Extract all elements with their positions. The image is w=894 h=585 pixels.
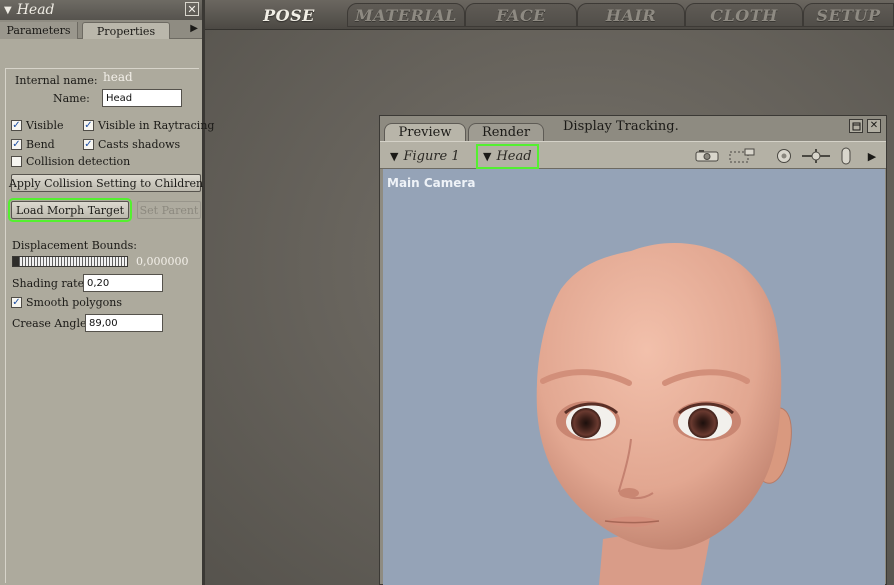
set-parent-button[interactable]: Set Parent — [137, 201, 201, 219]
panel-menu-arrow-icon[interactable]: ▶ — [190, 23, 198, 34]
dropdown-triangle-icon: ▼ — [390, 149, 399, 163]
tab-face[interactable]: FACE — [465, 3, 577, 27]
tab-cloth[interactable]: CLOTH — [685, 3, 803, 27]
visible-raytracing-checkbox[interactable]: ✓ Visible in Raytracing — [83, 119, 214, 132]
name-input[interactable] — [102, 89, 182, 107]
tab-setup[interactable]: SETUP — [803, 3, 894, 27]
display-tracking-label[interactable]: Display Tracking. — [563, 119, 679, 134]
tab-material[interactable]: MATERIAL — [347, 3, 465, 27]
crease-angle-label: Crease Angle — [12, 317, 87, 330]
toolbar-menu-arrow-icon[interactable]: ▶ — [866, 148, 878, 164]
smooth-polygons-label: Smooth polygons — [26, 296, 123, 309]
bend-checkbox[interactable]: ✓ Bend — [11, 138, 55, 151]
bend-label: Bend — [26, 138, 55, 151]
light-icon[interactable] — [840, 147, 852, 165]
visible-raytracing-label: Visible in Raytracing — [98, 119, 215, 132]
actor-select-label: Head — [496, 149, 532, 164]
figure-select-label: Figure 1 — [403, 148, 460, 164]
preview-tab-strip: Preview Render Display Tracking. ✕ — [380, 116, 886, 141]
render-area-icon[interactable] — [727, 148, 757, 164]
dropdown-triangle-icon: ▼ — [483, 150, 492, 163]
close-icon[interactable]: ✕ — [867, 119, 881, 133]
displacement-bounds-slider[interactable] — [12, 256, 128, 267]
collapse-triangle-icon[interactable]: ▼ — [4, 5, 12, 16]
preview-toolbar: ▼ Figure 1 ▼ Head ▶ — [380, 141, 886, 169]
room-tab-bar: POSE MATERIAL FACE HAIR CLOTH SETUP — [205, 0, 894, 30]
casts-shadows-label: Casts shadows — [98, 138, 181, 151]
crease-angle-input[interactable] — [85, 314, 163, 332]
tab-hair[interactable]: HAIR — [577, 3, 685, 27]
check-icon: ✓ — [11, 119, 22, 131]
close-icon[interactable]: ✕ — [185, 2, 199, 16]
figure-select[interactable]: ▼ Figure 1 — [386, 146, 464, 166]
collision-detection-label: Collision detection — [26, 155, 131, 168]
head-figure-render — [536, 243, 792, 585]
tab-render[interactable]: Render — [468, 123, 544, 141]
tab-parameters[interactable]: Parameters — [0, 22, 78, 39]
panel-tabs: Parameters Properties ▶ — [0, 20, 202, 39]
move-camera-icon[interactable] — [800, 148, 832, 164]
displacement-bounds-value: 0,000000 — [136, 255, 189, 268]
preview-window: Preview Render Display Tracking. ✕ ▼ Fig… — [379, 115, 887, 585]
apply-collision-button[interactable]: Apply Collision Setting to Children — [9, 174, 203, 192]
properties-panel: ▼ Head ✕ Parameters Properties ▶ Interna… — [0, 0, 214, 585]
internal-name-label: Internal name: — [15, 74, 98, 87]
load-morph-target-button[interactable]: Load Morph Target — [8, 198, 132, 222]
check-icon: ✓ — [11, 296, 22, 308]
face-camera-icon[interactable] — [775, 148, 793, 164]
collision-detection-checkbox[interactable]: Collision detection — [11, 155, 130, 168]
3d-viewport[interactable]: Main Camera — [383, 169, 885, 585]
check-icon: ✓ — [11, 138, 22, 150]
camera-icon[interactable] — [694, 148, 720, 164]
unchecked-box-icon — [11, 156, 22, 167]
tab-preview[interactable]: Preview — [384, 123, 466, 141]
visible-label: Visible — [26, 119, 64, 132]
smooth-polygons-checkbox[interactable]: ✓ Smooth polygons — [11, 296, 122, 309]
tab-pose[interactable]: POSE — [245, 3, 333, 27]
tab-properties[interactable]: Properties — [82, 22, 170, 39]
visible-checkbox[interactable]: ✓ Visible — [11, 119, 64, 132]
panel-title: Head — [16, 2, 55, 18]
check-icon: ✓ — [83, 138, 94, 150]
name-label: Name: — [53, 92, 90, 105]
maximize-icon[interactable] — [849, 119, 863, 133]
actor-select[interactable]: ▼ Head — [476, 144, 539, 169]
shading-rate-input[interactable] — [83, 274, 163, 292]
internal-name-value: head — [103, 70, 133, 84]
shading-rate-label: Shading rate: — [12, 277, 88, 290]
casts-shadows-checkbox[interactable]: ✓ Casts shadows — [83, 138, 180, 151]
displacement-bounds-label: Displacement Bounds: — [12, 239, 137, 252]
check-icon: ✓ — [83, 119, 94, 131]
panel-title-bar[interactable]: ▼ Head ✕ — [0, 0, 202, 20]
